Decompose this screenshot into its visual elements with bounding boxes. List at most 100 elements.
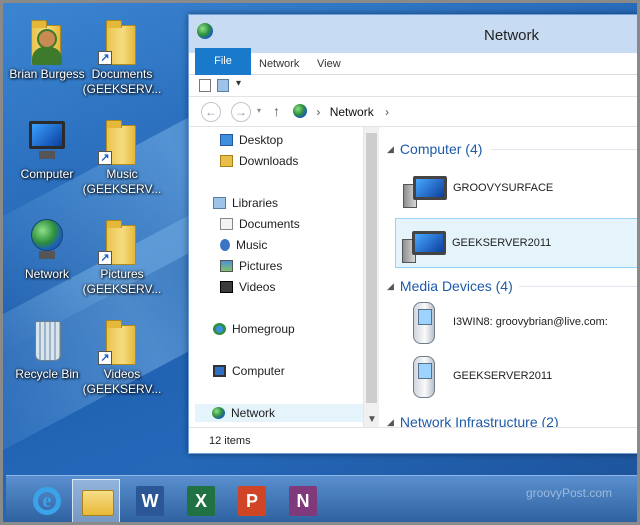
explorer-body: Desktop Downloads Libraries Documents Mu… bbox=[189, 127, 637, 427]
nav-label: Network bbox=[231, 406, 276, 420]
homegroup-icon bbox=[213, 323, 226, 335]
collapse-caret-icon[interactable]: ◢ bbox=[387, 144, 394, 154]
powerpoint-icon: P bbox=[238, 486, 266, 516]
desktop-icon-documents[interactable]: ↗ Documents (GEEKSERV... bbox=[78, 15, 166, 97]
content-pane: ◢ Computer (4) GROOVYSURFACE GEEKSERVER20… bbox=[381, 127, 637, 427]
nav-label: Libraries bbox=[232, 196, 279, 210]
computer-icon bbox=[213, 365, 226, 377]
file-explorer-icon bbox=[82, 490, 114, 516]
onenote-icon: N bbox=[289, 486, 317, 516]
desktop: Brian Burgess ↗ Documents (GEEKSERV... C… bbox=[0, 0, 640, 525]
computer-icon bbox=[403, 176, 447, 208]
window-title: Network bbox=[483, 27, 539, 44]
list-item[interactable]: GROOVYSURFACE bbox=[397, 164, 637, 214]
nav-item-music[interactable]: Music bbox=[220, 236, 267, 254]
nav-label: Videos bbox=[239, 280, 276, 294]
forward-button[interactable]: → bbox=[231, 102, 251, 122]
list-item[interactable]: GEEKSERVER2011 bbox=[397, 352, 637, 402]
nav-label: Homegroup bbox=[232, 322, 295, 336]
collapse-caret-icon[interactable]: ◢ bbox=[387, 281, 394, 291]
address-path[interactable]: › Network › bbox=[293, 102, 593, 122]
shortcut-arrow-icon: ↗ bbox=[98, 151, 112, 165]
nav-item-desktop[interactable]: Desktop bbox=[220, 131, 283, 149]
excel-icon: X bbox=[187, 486, 215, 516]
computer-icon bbox=[29, 121, 65, 149]
tab-view[interactable]: View bbox=[317, 53, 341, 75]
new-folder-icon[interactable] bbox=[217, 79, 229, 92]
up-button[interactable]: ↑ bbox=[273, 103, 280, 119]
computer-icon bbox=[402, 231, 446, 263]
quick-access-toolbar: ▾ bbox=[189, 75, 637, 97]
watermark: groovyPost.com bbox=[525, 486, 612, 500]
back-button[interactable]: ← bbox=[201, 102, 221, 122]
nav-item-libraries[interactable]: Libraries bbox=[213, 194, 278, 212]
navigation-pane: Desktop Downloads Libraries Documents Mu… bbox=[195, 127, 373, 427]
item-label: GROOVYSURFACE bbox=[453, 182, 554, 194]
nav-label: Desktop bbox=[239, 133, 284, 147]
breadcrumb-network[interactable]: Network bbox=[330, 105, 374, 119]
nav-item-homegroup[interactable]: Homegroup bbox=[213, 320, 295, 338]
nav-item-downloads[interactable]: Downloads bbox=[220, 152, 298, 170]
status-bar: 12 items bbox=[189, 427, 637, 453]
taskbar-excel[interactable]: X bbox=[177, 479, 225, 522]
tab-network[interactable]: Network bbox=[259, 53, 299, 75]
group-header-computer[interactable]: ◢ Computer (4) bbox=[387, 139, 637, 159]
taskbar-powerpoint[interactable]: P bbox=[228, 479, 276, 522]
taskbar-onenote[interactable]: N bbox=[279, 479, 327, 522]
recent-locations-chevron-icon[interactable]: ▾ bbox=[257, 106, 261, 115]
nav-label: Computer bbox=[232, 364, 285, 378]
list-item[interactable]: I3WIN8: groovybrian@live.com: bbox=[397, 298, 637, 348]
ribbon-tabs: File Network View bbox=[189, 48, 637, 75]
music-icon bbox=[220, 239, 230, 251]
desktop-icon-music[interactable]: ↗ Music (GEEKSERV... bbox=[78, 115, 166, 197]
nav-item-documents[interactable]: Documents bbox=[220, 215, 300, 233]
list-item[interactable]: GEEKSERVER2011 bbox=[395, 218, 637, 268]
nav-item-computer[interactable]: Computer bbox=[213, 362, 285, 380]
qat-dropdown-icon[interactable]: ▾ bbox=[236, 78, 241, 89]
videos-icon bbox=[220, 281, 233, 293]
title-bar[interactable]: Network bbox=[189, 15, 637, 53]
internet-explorer-icon: e bbox=[33, 487, 61, 515]
desktop-icon-label: Videos (GEEKSERV... bbox=[82, 367, 162, 396]
nav-scroll-thumb[interactable] bbox=[366, 133, 377, 403]
nav-item-pictures[interactable]: Pictures bbox=[220, 257, 282, 275]
group-header-media-devices[interactable]: ◢ Media Devices (4) bbox=[387, 276, 637, 296]
desktop-icon-pictures[interactable]: ↗ Pictures (GEEKSERV... bbox=[78, 215, 166, 297]
desktop-icon-label: Music (GEEKSERV... bbox=[82, 167, 162, 196]
recycle-bin-icon bbox=[35, 321, 61, 361]
collapse-caret-icon[interactable]: ◢ bbox=[387, 417, 394, 427]
item-label: GEEKSERVER2011 bbox=[453, 370, 553, 382]
scroll-down-arrow-icon[interactable]: ▼ bbox=[367, 414, 377, 425]
media-device-icon bbox=[413, 356, 435, 398]
desktop-icon bbox=[220, 134, 233, 146]
word-icon: W bbox=[136, 486, 164, 516]
nav-item-network[interactable]: Network bbox=[195, 404, 363, 422]
taskbar-internet-explorer[interactable]: e bbox=[22, 479, 70, 522]
item-label: I3WIN8: groovybrian@live.com: bbox=[453, 316, 608, 328]
documents-icon bbox=[220, 218, 233, 230]
taskbar: e W X P N groovyPost.com bbox=[6, 475, 637, 522]
taskbar-word[interactable]: W bbox=[126, 479, 174, 522]
nav-label: Pictures bbox=[239, 259, 283, 273]
address-bar: ← → ▾ ↑ › Network › bbox=[189, 97, 637, 127]
nav-scrollbar[interactable]: ▼ bbox=[363, 127, 379, 427]
tab-file[interactable]: File bbox=[195, 48, 251, 75]
nav-item-videos[interactable]: Videos bbox=[220, 278, 275, 296]
shortcut-arrow-icon: ↗ bbox=[98, 351, 112, 365]
taskbar-file-explorer[interactable] bbox=[72, 479, 120, 522]
group-title: Media Devices (4) bbox=[399, 278, 513, 294]
breadcrumb-chevron-icon[interactable]: › bbox=[385, 105, 389, 119]
network-globe-icon bbox=[212, 407, 225, 419]
group-header-network-infrastructure[interactable]: ◢ Network Infrastructure (2) bbox=[387, 412, 637, 427]
properties-icon[interactable] bbox=[199, 79, 211, 92]
media-device-icon bbox=[413, 302, 435, 344]
libraries-icon bbox=[213, 197, 226, 209]
network-globe-icon bbox=[31, 219, 63, 251]
nav-label: Documents bbox=[239, 217, 300, 231]
desktop-icon-videos[interactable]: ↗ Videos (GEEKSERV... bbox=[78, 315, 166, 397]
desktop-icon-label: Documents (GEEKSERV... bbox=[82, 67, 162, 96]
nav-label: Music bbox=[236, 238, 268, 252]
path-separator-icon[interactable]: › bbox=[316, 105, 320, 119]
shortcut-arrow-icon: ↗ bbox=[98, 251, 112, 265]
group-title: Network Infrastructure (2) bbox=[399, 414, 559, 427]
